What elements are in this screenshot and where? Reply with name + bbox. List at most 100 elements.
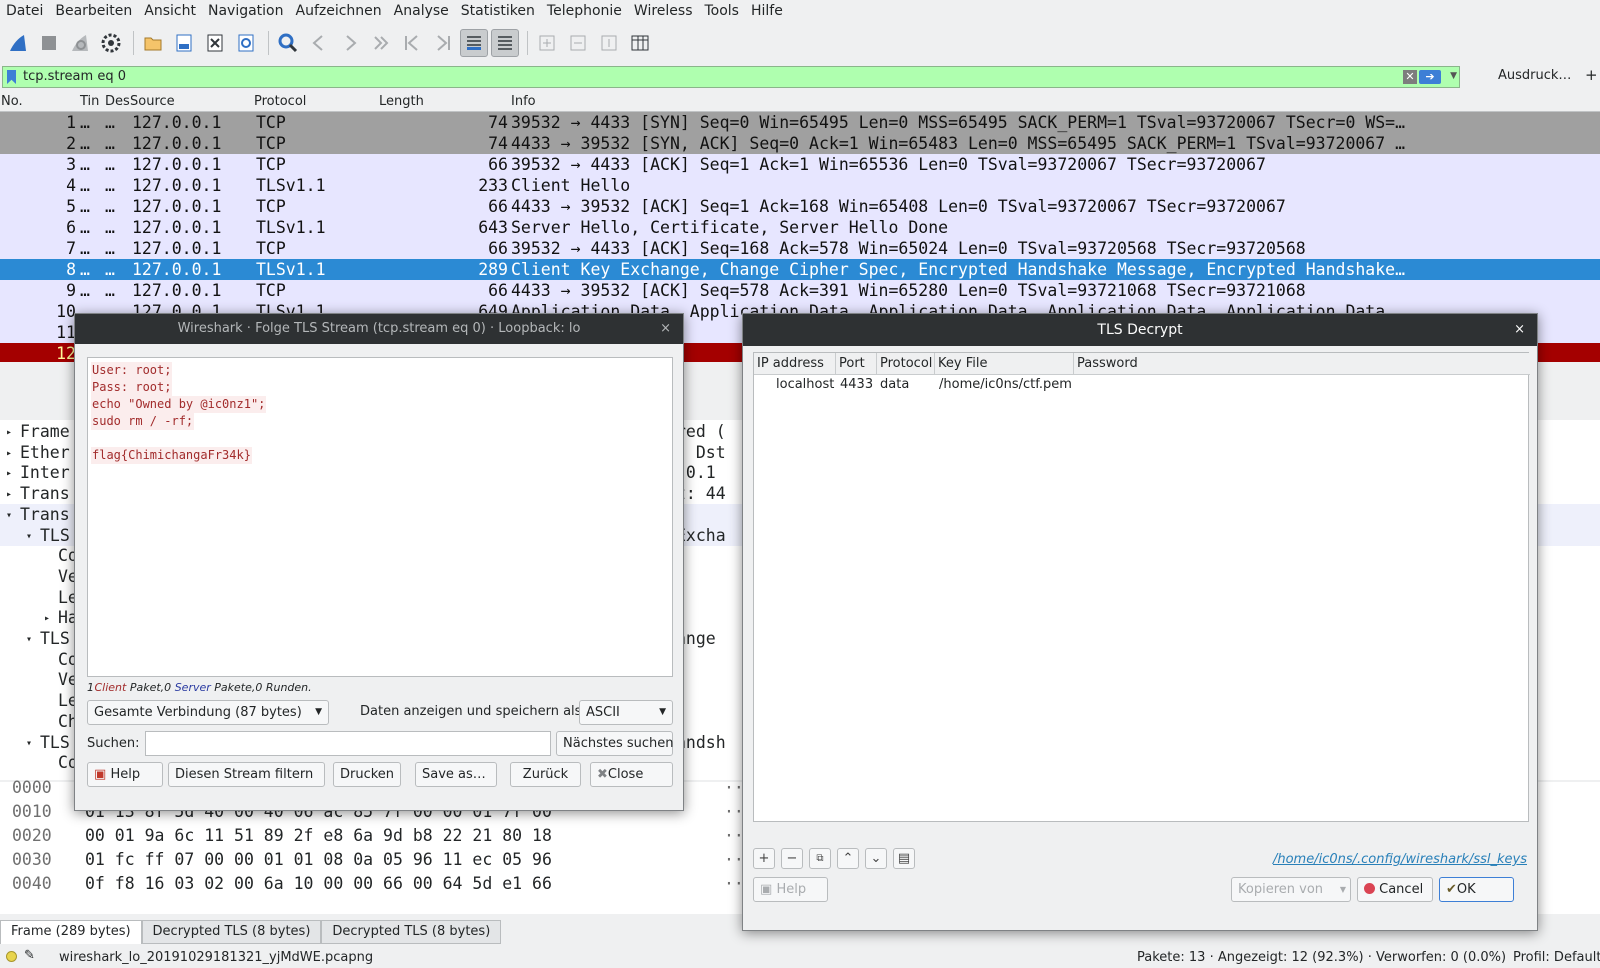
byte-hex-row[interactable]: 0f f8 16 03 02 00 6a 10 00 00 66 00 64 5… bbox=[85, 874, 552, 893]
cancel-button[interactable]: Cancel bbox=[1357, 877, 1433, 902]
menu-hilfe[interactable]: Hilfe bbox=[745, 3, 789, 19]
header-port[interactable]: Port bbox=[836, 353, 877, 375]
follow-help-button[interactable]: ▣ Help bbox=[87, 762, 163, 787]
conversation-select[interactable]: Gesamte Verbindung (87 bytes) ▼ bbox=[87, 700, 329, 725]
profile-label[interactable]: Profil: Default bbox=[1513, 950, 1600, 965]
comment-icon[interactable]: ✎ bbox=[24, 948, 35, 963]
bookmark-icon[interactable] bbox=[7, 70, 16, 84]
menu-wireless[interactable]: Wireless bbox=[628, 3, 699, 19]
find-next-button[interactable]: Nächstes suchen bbox=[556, 731, 674, 756]
expanded-chevron-icon[interactable]: ▾ bbox=[26, 629, 32, 650]
zoom-out-button[interactable] bbox=[564, 29, 592, 57]
ok-button[interactable]: ✔OK bbox=[1439, 877, 1514, 902]
capture-options-button[interactable] bbox=[97, 29, 125, 57]
cell-ip-address[interactable]: localhost bbox=[776, 377, 834, 392]
menu-aufzeichnen[interactable]: Aufzeichnen bbox=[290, 3, 388, 19]
cell-port[interactable]: 4433 bbox=[840, 377, 873, 392]
expression-button[interactable]: Ausdruck… bbox=[1498, 68, 1571, 83]
autoscroll-button[interactable] bbox=[460, 29, 488, 57]
tab-decrypted-tls-2[interactable]: Decrypted TLS (8 bytes) bbox=[321, 920, 502, 944]
add-entry-button[interactable]: + bbox=[753, 848, 775, 869]
stream-search-input[interactable] bbox=[145, 731, 551, 756]
print-button[interactable]: Drucken bbox=[333, 762, 401, 787]
byte-ascii-row[interactable]: ·· bbox=[724, 874, 744, 893]
cell-key-file[interactable]: /home/ic0ns/ctf.pem bbox=[939, 377, 1072, 392]
collapsed-chevron-icon[interactable]: ▸ bbox=[6, 463, 12, 484]
follow-close-button[interactable]: ✖Close bbox=[590, 762, 673, 787]
expanded-chevron-icon[interactable]: ▾ bbox=[26, 526, 32, 547]
copy-from-button[interactable]: Kopieren von ▼ bbox=[1231, 877, 1351, 902]
first-packet-button[interactable] bbox=[398, 29, 426, 57]
resize-columns-button[interactable] bbox=[626, 29, 654, 57]
open-file-button[interactable] bbox=[139, 29, 167, 57]
column-header-protocol[interactable]: Protocol bbox=[254, 94, 306, 109]
save-file-button[interactable] bbox=[170, 29, 198, 57]
expanded-chevron-icon[interactable]: ▾ bbox=[6, 505, 12, 526]
follow-close-icon[interactable]: × bbox=[660, 314, 671, 344]
tls-help-button[interactable]: ▣ Help bbox=[753, 877, 828, 902]
byte-hex-row[interactable]: 01 fc ff 07 00 00 01 01 08 0a 05 96 11 e… bbox=[85, 850, 552, 869]
move-up-button[interactable]: ⌃ bbox=[837, 848, 859, 869]
display-filter-text[interactable]: tcp.stream eq 0 bbox=[23, 69, 126, 84]
expanded-chevron-icon[interactable]: ▾ bbox=[26, 733, 32, 754]
tls-close-icon[interactable]: × bbox=[1514, 314, 1525, 346]
stop-capture-button[interactable] bbox=[35, 29, 63, 57]
column-header-info[interactable]: Info bbox=[511, 94, 536, 109]
column-header-source[interactable]: Source bbox=[130, 94, 175, 109]
move-down-button[interactable]: ⌄ bbox=[865, 848, 887, 869]
expert-info-icon[interactable] bbox=[6, 951, 17, 962]
show-as-select[interactable]: ASCII ▼ bbox=[579, 700, 673, 725]
table-row[interactable]: 1…… 127.0.0.1 TCP 74 39532 → 4433 [SYN] Seq=… bbox=[0, 112, 1600, 133]
tab-decrypted-tls-1[interactable]: Decrypted TLS (8 bytes) bbox=[141, 920, 322, 944]
table-row[interactable]: 7…… 127.0.0.1 TCP 66 39532 → 4433 [ACK] Seq=… bbox=[0, 238, 1600, 259]
save-as-button[interactable]: Save as… bbox=[415, 762, 497, 787]
header-ip-address[interactable]: IP address bbox=[754, 353, 836, 375]
collapsed-chevron-icon[interactable]: ▸ bbox=[6, 422, 12, 443]
menu-navigation[interactable]: Navigation bbox=[202, 3, 290, 19]
tab-frame[interactable]: Frame (289 bytes) bbox=[0, 920, 142, 944]
filter-history-dropdown-icon[interactable]: ▼ bbox=[1450, 71, 1457, 81]
table-row[interactable]: 9…… 127.0.0.1 TCP 66 4433 → 39532 [ACK] Seq=… bbox=[0, 280, 1600, 301]
byte-ascii-row[interactable]: ·· bbox=[724, 802, 744, 821]
table-row[interactable]: 5…… 127.0.0.1 TCP 66 4433 → 39532 [ACK] Seq=… bbox=[0, 196, 1600, 217]
table-row[interactable]: 3…… 127.0.0.1 TCP 66 39532 → 4433 [ACK] Seq=… bbox=[0, 154, 1600, 175]
go-to-packet-button[interactable] bbox=[367, 29, 395, 57]
ssl-keys-path-link[interactable]: /home/ic0ns/.config/wireshark/ssl_keys bbox=[1273, 852, 1527, 867]
display-filter-input[interactable]: tcp.stream eq 0 ✕ ➔ ▼ bbox=[2, 66, 1460, 88]
zoom-in-button[interactable] bbox=[533, 29, 561, 57]
table-row[interactable]: 4…… 127.0.0.1 TLSv1.1 233 Client Hello bbox=[0, 175, 1600, 196]
column-header-no[interactable]: No. bbox=[1, 94, 23, 109]
byte-ascii-row[interactable]: ·· bbox=[724, 778, 744, 797]
cell-protocol[interactable]: data bbox=[880, 377, 909, 392]
collapsed-chevron-icon[interactable]: ▸ bbox=[44, 608, 50, 629]
byte-ascii-row[interactable]: ·· bbox=[724, 826, 744, 845]
clear-filter-icon[interactable]: ✕ bbox=[1403, 70, 1417, 84]
header-password[interactable]: Password bbox=[1074, 353, 1530, 375]
add-filter-button[interactable]: + bbox=[1585, 66, 1598, 84]
details-tree-item[interactable]: Frame bbox=[20, 422, 70, 441]
menu-tools[interactable]: Tools bbox=[698, 3, 745, 19]
go-forward-button[interactable] bbox=[336, 29, 364, 57]
details-tree-item[interactable]: Trans bbox=[20, 505, 70, 524]
table-row[interactable]: 8…… 127.0.0.1 TLSv1.1 289 Client Key Exchang… bbox=[0, 259, 1600, 280]
reload-file-button[interactable] bbox=[232, 29, 260, 57]
table-row[interactable]: 2…… 127.0.0.1 TCP 74 4433 → 39532 [SYN, ACK]… bbox=[0, 133, 1600, 154]
details-tree-item[interactable]: TLS bbox=[40, 629, 70, 648]
go-back-button[interactable] bbox=[305, 29, 333, 57]
column-header-time[interactable]: Tin bbox=[80, 94, 99, 109]
byte-ascii-row[interactable]: ·· bbox=[724, 850, 744, 869]
collapsed-chevron-icon[interactable]: ▸ bbox=[6, 484, 12, 505]
back-button[interactable]: Zurück bbox=[510, 762, 581, 787]
menu-ansicht[interactable]: Ansicht bbox=[138, 3, 202, 19]
filter-stream-button[interactable]: Diesen Stream filtern bbox=[168, 762, 325, 787]
menu-analyse[interactable]: Analyse bbox=[388, 3, 455, 19]
restart-capture-button[interactable] bbox=[66, 29, 94, 57]
remove-entry-button[interactable]: − bbox=[781, 848, 803, 869]
normal-size-button[interactable] bbox=[595, 29, 623, 57]
details-tree-item[interactable]: TLS bbox=[40, 526, 70, 545]
byte-hex-row[interactable]: 00 01 9a 6c 11 51 89 2f e8 6a 9d b8 22 2… bbox=[85, 826, 552, 845]
table-row[interactable]: 6…… 127.0.0.1 TLSv1.1 643 Server Hello, Cert… bbox=[0, 217, 1600, 238]
column-header-length[interactable]: Length bbox=[379, 94, 424, 109]
column-header-destination[interactable]: Des bbox=[105, 94, 130, 109]
menu-datei[interactable]: Datei bbox=[0, 3, 49, 19]
